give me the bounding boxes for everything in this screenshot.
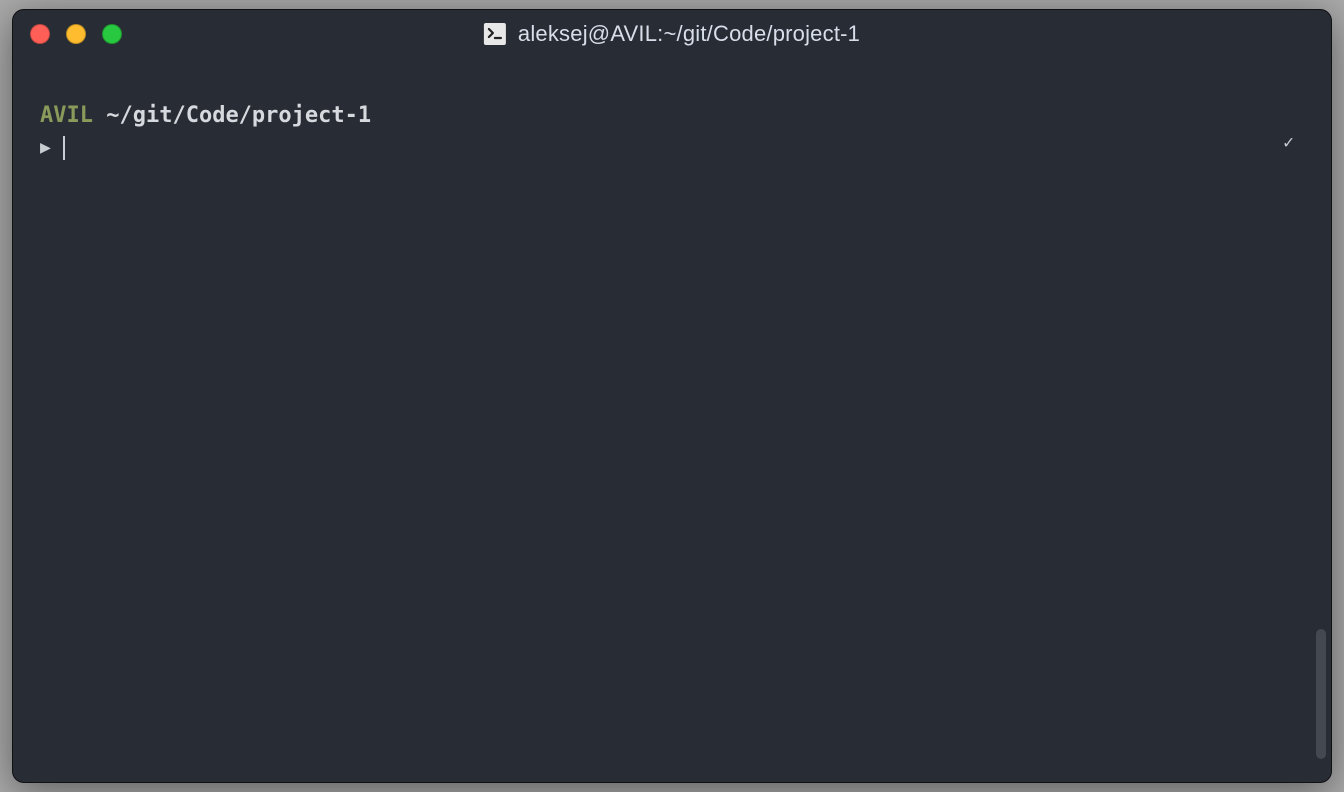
command-input[interactable] [75, 133, 1304, 163]
terminal-window: aleksej@AVIL:~/git/Code/project-1 AVIL ~… [12, 9, 1332, 783]
window-title: aleksej@AVIL:~/git/Code/project-1 [484, 21, 860, 47]
prompt-line: AVIL ~/git/Code/project-1 [40, 101, 1304, 131]
window-title-text: aleksej@AVIL:~/git/Code/project-1 [518, 21, 860, 47]
prompt-host: AVIL [40, 101, 93, 131]
maximize-button[interactable] [102, 24, 122, 44]
titlebar[interactable]: aleksej@AVIL:~/git/Code/project-1 [12, 9, 1332, 59]
scrollbar[interactable] [1316, 629, 1326, 759]
prompt-cwd: ~/git/Code/project-1 [106, 101, 371, 131]
terminal-body[interactable]: AVIL ~/git/Code/project-1 ▶ ✓ [12, 59, 1332, 783]
command-input-line[interactable]: ▶ [40, 133, 1304, 163]
close-button[interactable] [30, 24, 50, 44]
minimize-button[interactable] [66, 24, 86, 44]
status-check-icon: ✓ [1283, 131, 1294, 155]
text-cursor [63, 136, 65, 160]
terminal-icon [484, 23, 506, 45]
prompt-separator [93, 101, 106, 131]
prompt-arrow-icon: ▶ [40, 139, 51, 157]
traffic-lights [30, 24, 122, 44]
